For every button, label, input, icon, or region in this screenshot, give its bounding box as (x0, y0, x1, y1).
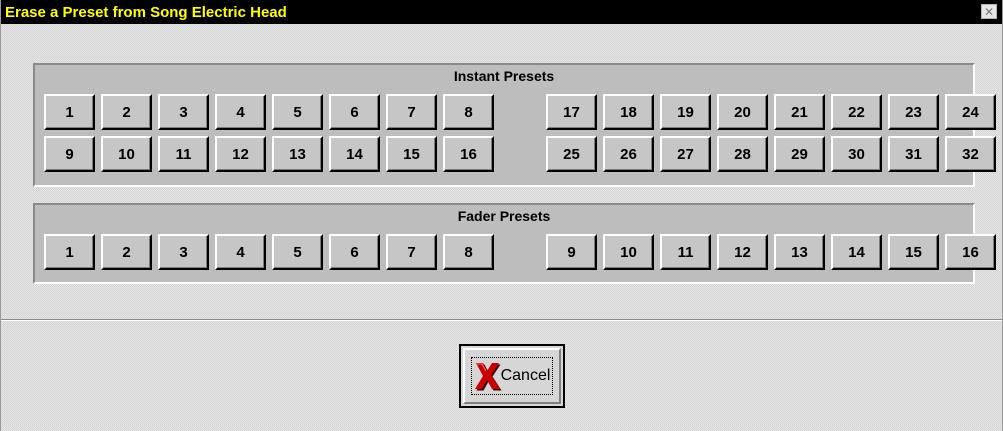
instant-preset-button[interactable]: 5 (272, 94, 323, 130)
window-title: Erase a Preset from Song Electric Head (5, 3, 287, 21)
instant-preset-button[interactable]: 11 (158, 136, 209, 172)
instant-presets-grid: 1 2 3 4 5 6 7 8 17 18 19 20 21 22 23 24 9 10 11 12 13 14 15 16 2… (44, 94, 996, 172)
instant-preset-button[interactable]: 21 (774, 94, 825, 130)
fader-preset-button[interactable]: 7 (386, 234, 437, 270)
instant-preset-button[interactable]: 24 (945, 94, 996, 130)
fader-preset-button[interactable]: 12 (717, 234, 768, 270)
instant-preset-button[interactable]: 28 (717, 136, 768, 172)
fader-preset-button[interactable]: 5 (272, 234, 323, 270)
red-x-icon (474, 363, 502, 391)
instant-preset-button[interactable]: 10 (101, 136, 152, 172)
instant-preset-button[interactable]: 32 (945, 136, 996, 172)
close-icon: ✕ (983, 4, 995, 19)
instant-preset-button[interactable]: 29 (774, 136, 825, 172)
instant-preset-button[interactable]: 3 (158, 94, 209, 130)
instant-preset-button[interactable]: 6 (329, 94, 380, 130)
instant-preset-button[interactable]: 12 (215, 136, 266, 172)
fader-preset-button[interactable]: 11 (660, 234, 711, 270)
instant-preset-button[interactable]: 31 (888, 136, 939, 172)
title-bar: Erase a Preset from Song Electric Head ✕ (1, 0, 1002, 24)
fader-presets-group: Fader Presets 1 2 3 4 5 6 7 8 9 10 11 12 13 14 15 16 (33, 203, 996, 284)
instant-preset-button[interactable]: 26 (603, 136, 654, 172)
close-button[interactable]: ✕ (981, 4, 997, 19)
fader-presets-title: Fader Presets (457, 208, 551, 224)
button-gap (500, 234, 540, 270)
fader-preset-button[interactable]: 15 (888, 234, 939, 270)
instant-preset-button[interactable]: 13 (272, 136, 323, 172)
fader-preset-button[interactable]: 10 (603, 234, 654, 270)
instant-preset-button[interactable]: 14 (329, 136, 380, 172)
instant-preset-button[interactable]: 8 (443, 94, 494, 130)
instant-preset-button[interactable]: 15 (386, 136, 437, 172)
fader-preset-button[interactable]: 8 (443, 234, 494, 270)
instant-preset-button[interactable]: 9 (44, 136, 95, 172)
instant-presets-group: Instant Presets 1 2 3 4 5 6 7 8 17 18 19 20 21 22 23 24… (33, 63, 996, 187)
instant-preset-button[interactable]: 23 (888, 94, 939, 130)
fader-preset-button[interactable]: 16 (945, 234, 996, 270)
fader-presets-grid: 1 2 3 4 5 6 7 8 9 10 11 12 13 14 15 16 (44, 234, 996, 270)
fader-preset-button[interactable]: 6 (329, 234, 380, 270)
cancel-label: Cancel (500, 367, 551, 384)
cancel-button[interactable]: Cancel (459, 344, 565, 408)
fader-preset-button[interactable]: 14 (831, 234, 882, 270)
instant-preset-button[interactable]: 30 (831, 136, 882, 172)
button-gap (500, 94, 540, 130)
erase-preset-dialog: Erase a Preset from Song Electric Head ✕… (0, 0, 1003, 431)
instant-preset-button[interactable]: 16 (443, 136, 494, 172)
instant-preset-button[interactable]: 20 (717, 94, 768, 130)
instant-preset-button[interactable]: 25 (546, 136, 597, 172)
instant-preset-button[interactable]: 7 (386, 94, 437, 130)
instant-preset-button[interactable]: 18 (603, 94, 654, 130)
instant-preset-button[interactable]: 4 (215, 94, 266, 130)
instant-preset-button[interactable]: 19 (660, 94, 711, 130)
instant-preset-button[interactable]: 2 (101, 94, 152, 130)
button-gap (500, 136, 540, 172)
instant-preset-button[interactable]: 27 (660, 136, 711, 172)
instant-preset-button[interactable]: 17 (546, 94, 597, 130)
instant-preset-button[interactable]: 22 (831, 94, 882, 130)
fader-preset-button[interactable]: 4 (215, 234, 266, 270)
divider (1, 319, 1002, 321)
fader-preset-button[interactable]: 9 (546, 234, 597, 270)
focus-rectangle: Cancel (470, 357, 554, 395)
fader-preset-button[interactable]: 1 (44, 234, 95, 270)
instant-presets-title: Instant Presets (453, 68, 555, 84)
fader-preset-button[interactable]: 13 (774, 234, 825, 270)
instant-preset-button[interactable]: 1 (44, 94, 95, 130)
cancel-button-face: Cancel (463, 348, 561, 404)
fader-preset-button[interactable]: 2 (101, 234, 152, 270)
fader-preset-button[interactable]: 3 (158, 234, 209, 270)
